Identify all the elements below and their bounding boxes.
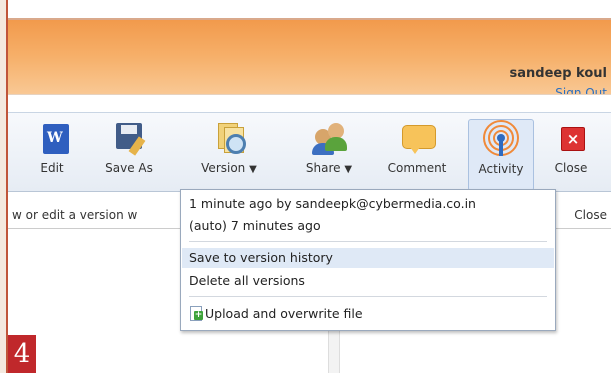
activity-button[interactable]: Activity	[468, 119, 534, 191]
chevron-down-icon: ▼	[344, 164, 353, 175]
share-text: Share	[305, 161, 341, 175]
share-label: Share ▼	[306, 161, 352, 175]
header-divider	[8, 94, 611, 113]
close-button[interactable]: × Close	[543, 119, 599, 189]
floppy-disk-icon	[111, 119, 147, 156]
share-button[interactable]: Share ▼	[294, 119, 364, 189]
header-bar: sandeep koul Sign Out	[8, 20, 611, 100]
menu-version-current[interactable]: 1 minute ago by sandeepk@cybermedia.co.i…	[189, 196, 476, 211]
menu-separator	[189, 241, 547, 242]
version-text: Version	[201, 161, 246, 175]
version-dropdown-menu: 1 minute ago by sandeepk@cybermedia.co.i…	[180, 189, 556, 331]
activity-broadcast-icon	[483, 120, 519, 156]
close-icon: ×	[553, 119, 589, 155]
upload-file-icon: +	[189, 306, 203, 321]
version-label: Version ▼	[201, 161, 257, 175]
menu-version-auto[interactable]: (auto) 7 minutes ago	[189, 218, 321, 233]
comment-bubble-icon	[399, 119, 436, 155]
upload-overwrite-label: Upload and overwrite file	[205, 306, 363, 321]
top-strip	[8, 0, 611, 20]
user-name: sandeep koul	[509, 66, 607, 81]
edit-label: Edit	[40, 161, 64, 175]
edit-button[interactable]: Edit	[30, 119, 74, 189]
step-number-badge: 4	[8, 335, 36, 373]
upload-overwrite-item[interactable]: + Upload and overwrite file	[189, 306, 363, 321]
save-as-button[interactable]: Save As	[94, 119, 164, 189]
activity-label: Activity	[478, 162, 524, 176]
save-as-label: Save As	[105, 161, 153, 175]
ribbon-toolbar: Edit Save As Version ▼ Share	[8, 112, 611, 192]
comment-label: Comment	[387, 161, 447, 175]
save-to-version-history-item[interactable]: Save to version history	[189, 250, 333, 265]
close-label: Close	[554, 161, 588, 175]
delete-all-versions-item[interactable]: Delete all versions	[189, 273, 305, 288]
menu-separator	[189, 296, 547, 297]
app-window: sandeep koul Sign Out Edit Save As Versi…	[6, 0, 611, 373]
info-text: w or edit a version w	[12, 208, 138, 222]
users-icon	[311, 119, 347, 155]
version-docs-icon	[211, 119, 247, 155]
chevron-down-icon: ▼	[249, 164, 257, 175]
word-doc-icon	[34, 119, 70, 155]
comment-button[interactable]: Comment	[380, 119, 454, 189]
version-button[interactable]: Version ▼	[186, 119, 272, 189]
info-close-link[interactable]: Close	[574, 208, 607, 222]
